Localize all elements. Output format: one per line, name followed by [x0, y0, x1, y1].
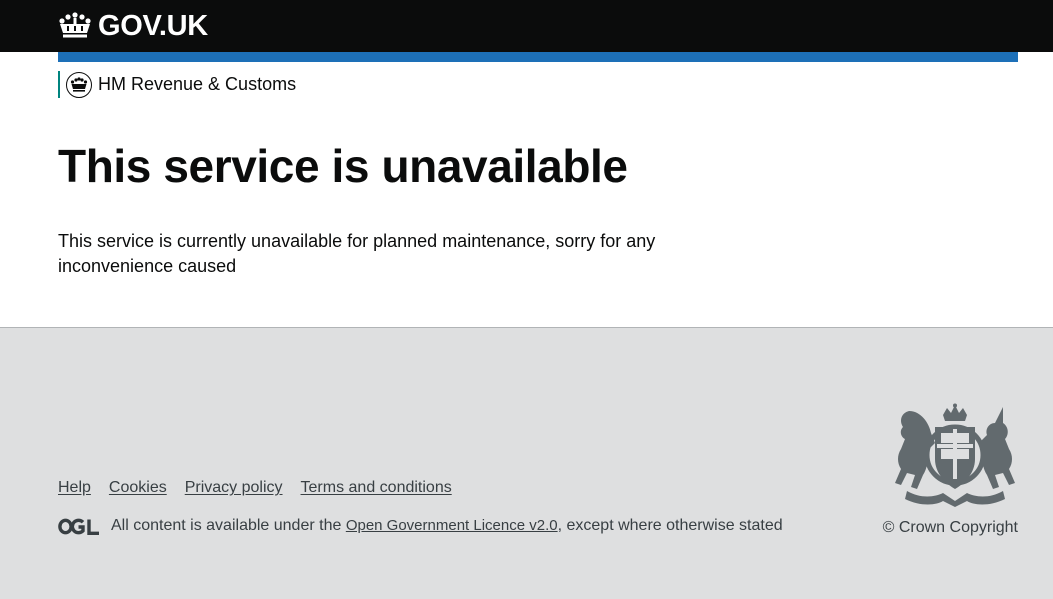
crown-copyright: © Crown Copyright — [883, 517, 1018, 539]
footer-link-help[interactable]: Help — [58, 478, 91, 498]
organisation-name: HM Revenue & Customs — [98, 74, 297, 94]
organisation-banner: HM Revenue & Customs — [58, 71, 296, 98]
site-header: GOV.UK — [0, 0, 1053, 52]
crown-copyright-link[interactable]: © Crown Copyright — [883, 519, 1018, 536]
footer-link-cookies[interactable]: Cookies — [109, 478, 167, 498]
footer-link-terms-and-conditions[interactable]: Terms and conditions — [301, 478, 452, 498]
open-government-licence-link[interactable]: Open Government Licence v2.0 — [346, 515, 558, 537]
unavailable-message: This service is currently unavailable fo… — [58, 231, 656, 276]
govuk-logo-link[interactable]: GOV.UK — [58, 10, 208, 42]
licence-prefix: All content is available under the — [111, 517, 346, 534]
header-blue-bar — [58, 52, 1018, 62]
site-footer: Help Cookies Privacy policy Terms and co… — [0, 327, 1053, 599]
licence-suffix: , except where otherwise stated — [557, 517, 783, 534]
ogl-icon — [58, 518, 99, 535]
royal-coat-of-arms-icon[interactable] — [891, 403, 1019, 507]
footer-link-privacy-policy[interactable]: Privacy policy — [185, 478, 283, 498]
crest-icon — [66, 71, 92, 98]
crown-icon — [59, 12, 91, 38]
licence-statement: All content is available under the Open … — [58, 515, 783, 537]
page-title: This service is unavailable — [58, 140, 628, 192]
footer-links: Help Cookies Privacy policy Terms and co… — [58, 478, 452, 498]
govuk-logo-text: GOV.UK — [98, 10, 208, 42]
